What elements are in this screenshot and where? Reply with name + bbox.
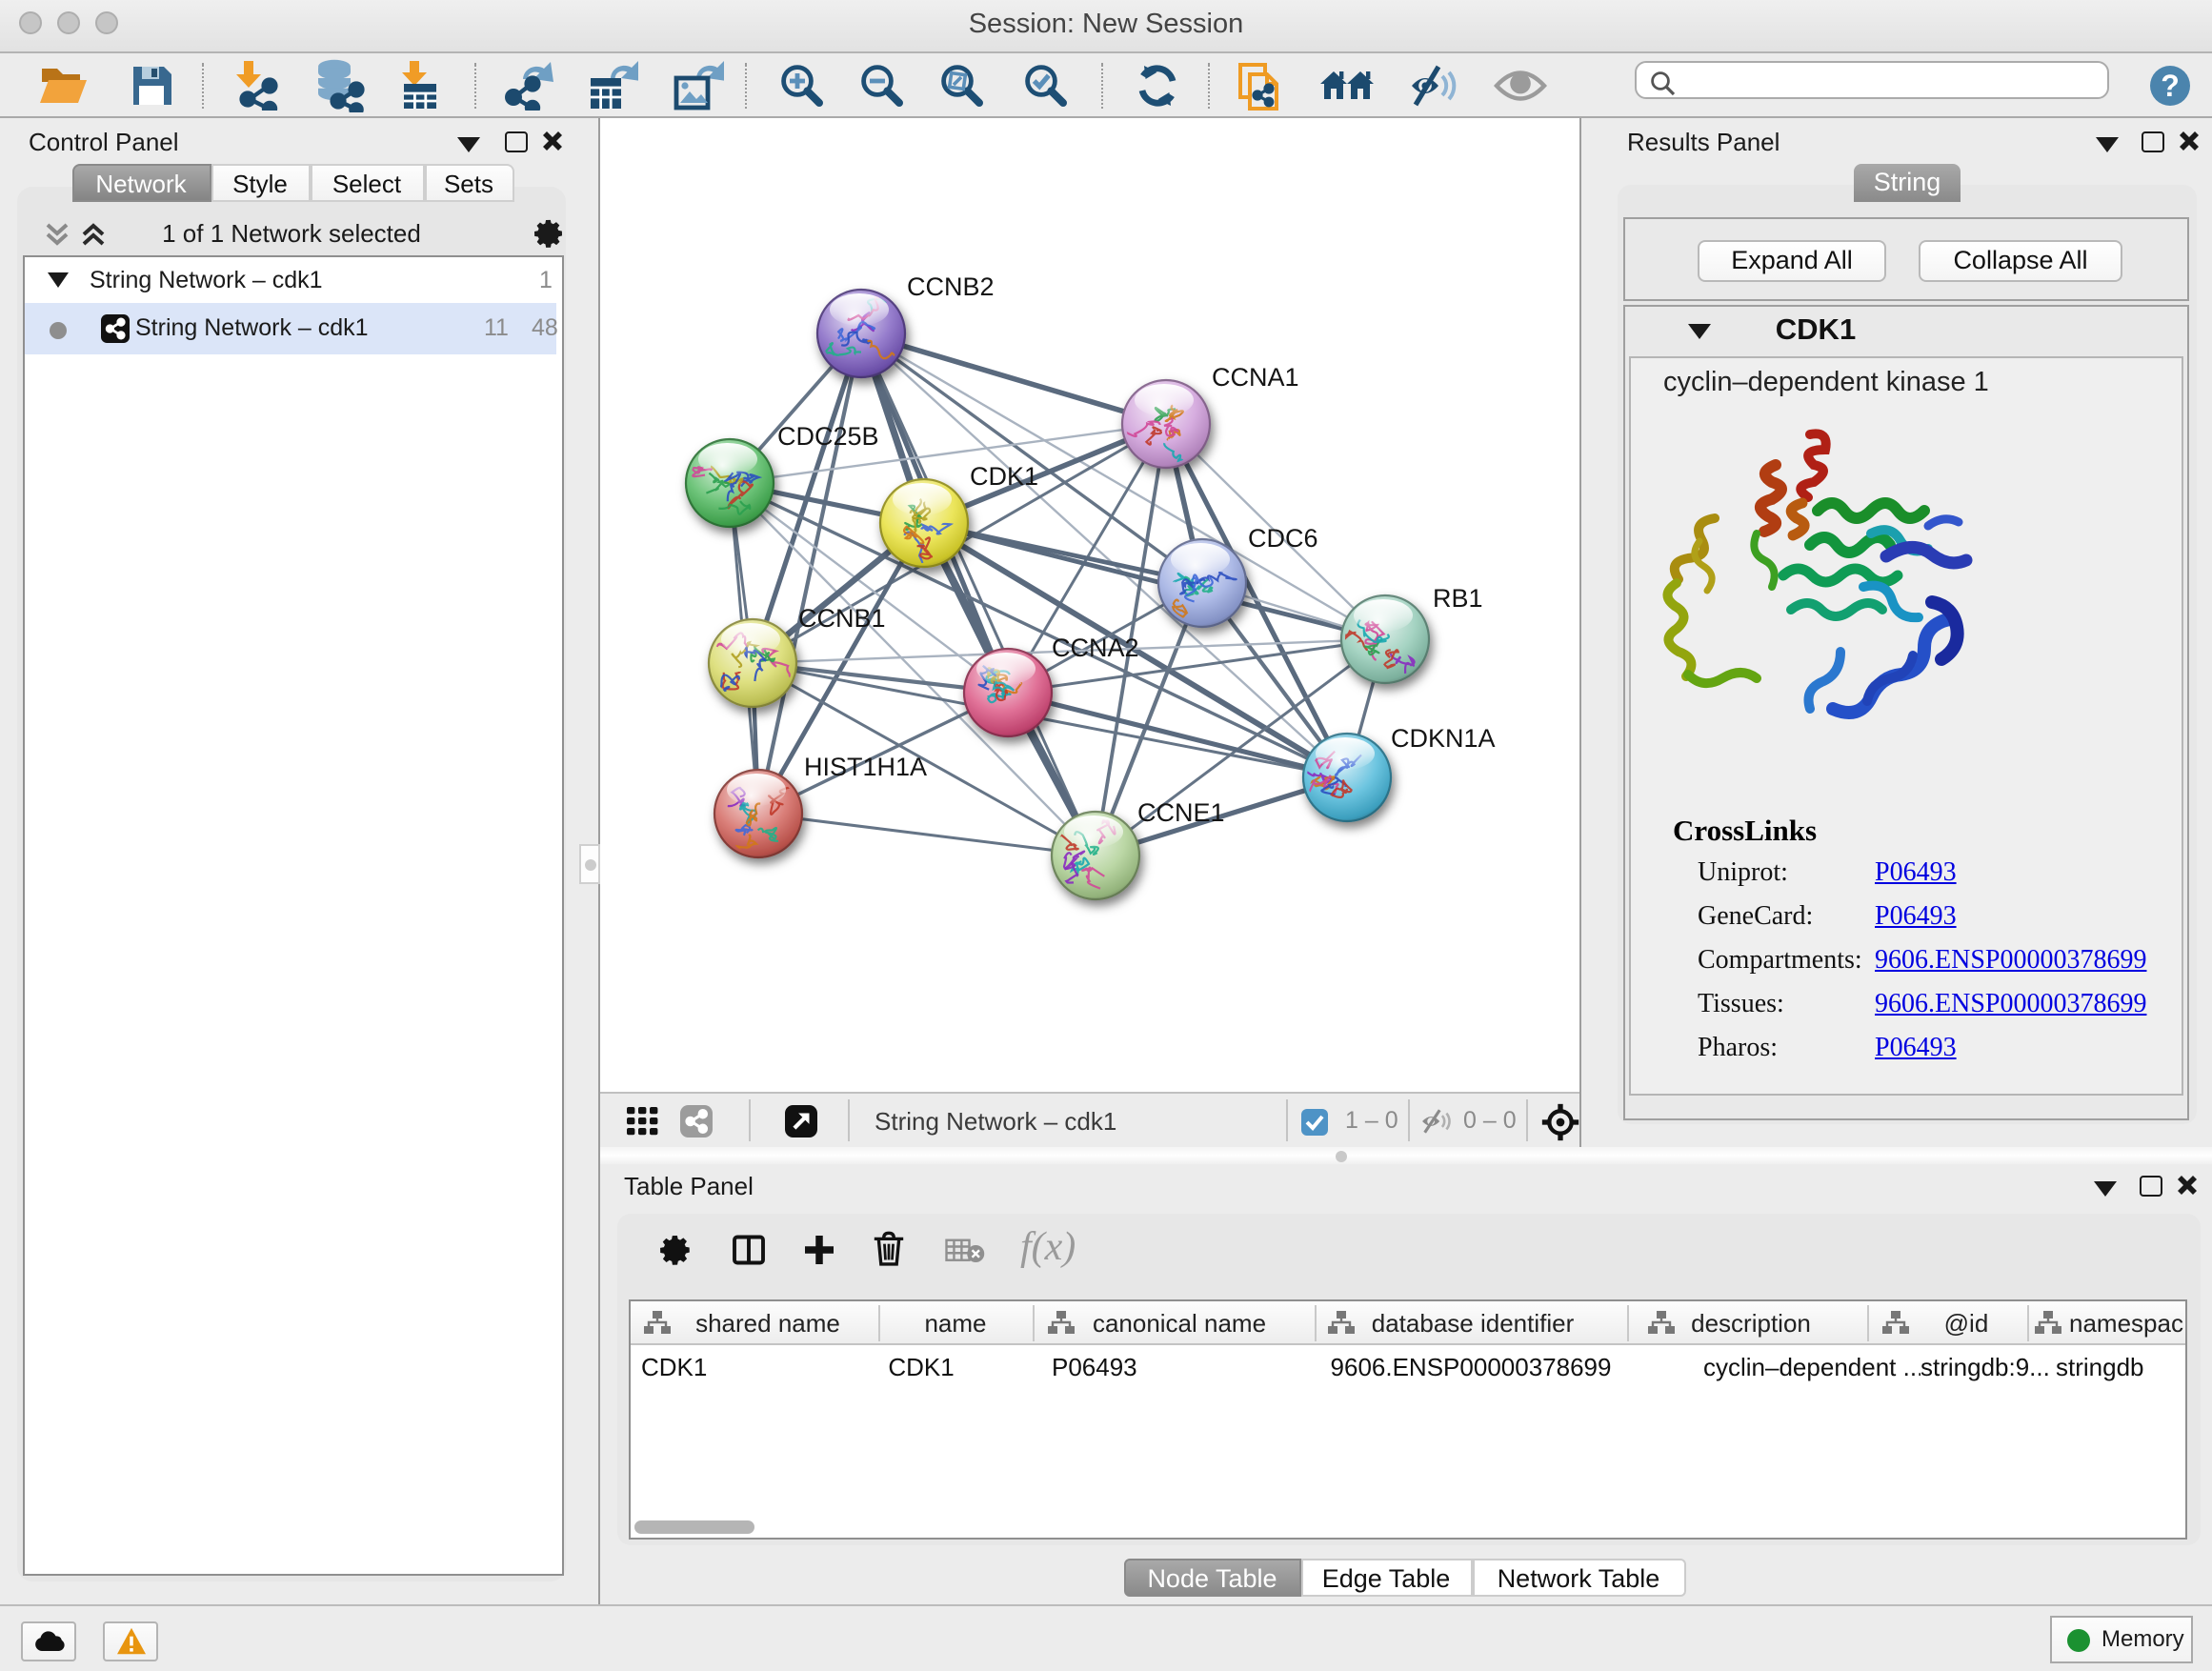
svg-text:?: ? xyxy=(2161,69,2180,103)
svg-text:CDKN1A: CDKN1A xyxy=(1391,724,1496,753)
svg-text:HIST1H1A: HIST1H1A xyxy=(804,753,927,781)
svg-text:CDC25B: CDC25B xyxy=(777,422,879,451)
svg-text:CCNB2: CCNB2 xyxy=(907,272,995,301)
svg-text:CCNB1: CCNB1 xyxy=(798,604,886,633)
svg-text:CDC6: CDC6 xyxy=(1248,524,1318,553)
svg-text:RB1: RB1 xyxy=(1433,584,1483,613)
svg-text:CCNE1: CCNE1 xyxy=(1137,798,1225,827)
svg-text:CCNA1: CCNA1 xyxy=(1212,363,1299,392)
svg-text:CCNA2: CCNA2 xyxy=(1052,634,1139,662)
svg-text:CDK1: CDK1 xyxy=(970,462,1038,491)
